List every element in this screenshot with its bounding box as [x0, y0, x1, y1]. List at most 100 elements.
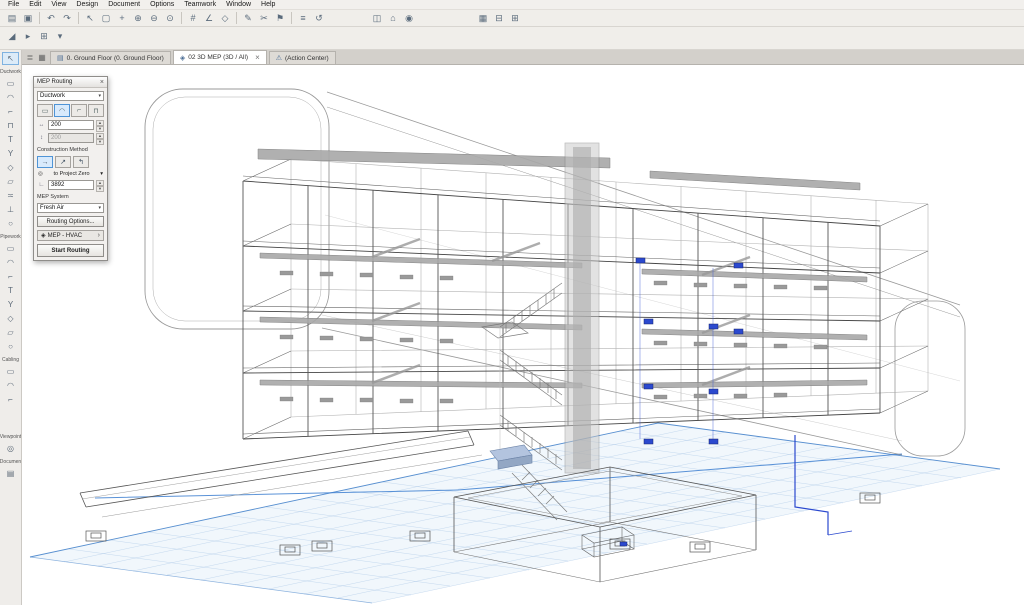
tab-overview-icon[interactable]: ≣	[24, 51, 36, 63]
pipe-tool-icon[interactable]: ○	[2, 340, 19, 353]
close-tab-icon[interactable]: ×	[255, 53, 260, 62]
width-stepper[interactable]: ▲▼	[96, 120, 104, 130]
rise-segment-button[interactable]: ◠	[54, 104, 70, 117]
straight-segment-button[interactable]: ▭	[37, 104, 53, 117]
3d-view-icon[interactable]: ◉	[401, 11, 417, 25]
3d-viewport[interactable]: MEP Routing × Ductwork ▾ ▭ ◠ ⌐ ⊓	[22, 65, 1024, 605]
pipe-tool-icon[interactable]: Y	[2, 298, 19, 311]
duct-tool-icon[interactable]: Y	[2, 147, 19, 160]
pipe-tool-icon[interactable]: ▱	[2, 326, 19, 339]
run-icon[interactable]: ▸	[20, 29, 36, 43]
fit-view-icon[interactable]: ⊙	[162, 11, 178, 25]
duct-tool-icon[interactable]: ⊥	[2, 203, 19, 216]
mini-grid-icon[interactable]: ⊞	[36, 29, 52, 43]
more-options-icon[interactable]: ▾	[52, 29, 68, 43]
trim-icon[interactable]: ✂	[256, 11, 272, 25]
toolbar-separator	[78, 12, 79, 24]
marquee-icon[interactable]: ▢	[98, 11, 114, 25]
menu-options[interactable]: Options	[145, 1, 179, 8]
horizontal-method-button[interactable]: →	[37, 156, 53, 168]
arrow-tool[interactable]: ↖	[2, 52, 19, 65]
toolbox-label-ductwork: Ductwork	[0, 69, 21, 75]
panels-icon[interactable]: ◫	[369, 11, 385, 25]
pipe-tool-icon[interactable]: ◠	[2, 256, 19, 269]
workspace-column: ≣ ▦ ▤ 0. Ground Floor (0. Ground Floor) …	[22, 50, 1024, 605]
expand-icon[interactable]: ⊞	[507, 11, 523, 25]
pen-icon[interactable]: ✎	[240, 11, 256, 25]
inclined-method-button[interactable]: ↗	[55, 156, 71, 168]
mep-routing-palette: MEP Routing × Ductwork ▾ ▭ ◠ ⌐ ⊓	[33, 76, 108, 261]
start-routing-button[interactable]: Start Routing	[37, 244, 104, 257]
schedule-icon[interactable]: ▦	[475, 11, 491, 25]
toolbox-section-pipework: Pipework ▭ ◠ ⌐ T Y ◇ ▱ ○	[0, 231, 21, 354]
layers-icon[interactable]: ≡	[295, 11, 311, 25]
menu-teamwork[interactable]: Teamwork	[179, 1, 221, 8]
duct-tool-icon[interactable]: ≍	[2, 189, 19, 202]
zoom-out-icon[interactable]: ⊖	[146, 11, 162, 25]
duct-tool-icon[interactable]: ◠	[2, 91, 19, 104]
viewpoint-tool-icon[interactable]: ◎	[2, 442, 19, 455]
collapse-icon[interactable]: ⊟	[491, 11, 507, 25]
close-icon[interactable]: ×	[100, 79, 104, 86]
duct-tool-icon[interactable]: ⊓	[2, 119, 19, 132]
bend-segment-button[interactable]: ⌐	[71, 104, 87, 117]
pipe-tool-icon[interactable]: ▭	[2, 242, 19, 255]
toolbox-label-cabling: Cabling	[2, 357, 19, 363]
construction-method-group: → ↗ ↰	[37, 156, 104, 168]
elevation-field[interactable]: 3892	[48, 180, 94, 190]
mep-system-dropdown[interactable]: Fresh Air ▾	[37, 203, 104, 213]
corner-marker-icon[interactable]: ◢	[4, 29, 20, 43]
mep-hvac-label: MEP - HVAC	[48, 233, 82, 239]
zoom-in-icon[interactable]: ⊕	[130, 11, 146, 25]
select-arrow-icon[interactable]: ↖	[82, 11, 98, 25]
geometry-method-group: ▭ ◠ ⌐ ⊓	[37, 104, 104, 117]
pipe-tool-icon[interactable]: ⌐	[2, 270, 19, 283]
flag-icon[interactable]: ⚑	[272, 11, 288, 25]
document-tool-icon[interactable]: ▤	[2, 467, 19, 480]
duct-tool-icon[interactable]: ⌐	[2, 105, 19, 118]
vertical-method-button[interactable]: ↰	[73, 156, 89, 168]
redo-icon[interactable]: ↷	[59, 11, 75, 25]
snap-points-icon[interactable]: ◇	[217, 11, 233, 25]
pipe-tool-icon[interactable]: T	[2, 284, 19, 297]
tab-ground-floor[interactable]: ▤ 0. Ground Floor (0. Ground Floor)	[50, 51, 171, 64]
palette-title-bar[interactable]: MEP Routing ×	[34, 77, 107, 88]
menu-document[interactable]: Document	[103, 1, 145, 8]
menu-window[interactable]: Window	[221, 1, 256, 8]
menu-edit[interactable]: Edit	[24, 1, 46, 8]
element-type-dropdown[interactable]: Ductwork ▾	[37, 91, 104, 101]
toolbox-section-document: Documen ▤	[0, 456, 21, 481]
home-story-icon[interactable]: ⌂	[385, 11, 401, 25]
routing-options-button[interactable]: Routing Options...	[37, 216, 104, 227]
vertical-segment-button[interactable]: ⊓	[88, 104, 104, 117]
mep-hvac-group-row[interactable]: ◈ MEP - HVAC ›	[37, 230, 104, 241]
duct-tool-icon[interactable]: ◇	[2, 161, 19, 174]
tab-action-center[interactable]: ⚠ (Action Center)	[269, 51, 336, 64]
duct-tool-icon[interactable]: ▭	[2, 77, 19, 90]
duct-tool-icon[interactable]: ○	[2, 217, 19, 230]
refresh-icon[interactable]: ↺	[311, 11, 327, 25]
duct-tool-icon[interactable]: T	[2, 133, 19, 146]
undo-icon[interactable]: ↶	[43, 11, 59, 25]
cable-tool-icon[interactable]: ⌐	[2, 393, 19, 406]
open-icon[interactable]: ▤	[4, 11, 20, 25]
move-icon[interactable]: +	[114, 11, 130, 25]
construction-method-label: Construction Method	[37, 147, 104, 153]
pipe-tool-icon[interactable]: ◇	[2, 312, 19, 325]
elevation-stepper[interactable]: ▲▼	[96, 180, 104, 190]
reference-level-dropdown[interactable]: ◎ to Project Zero ▾	[37, 171, 104, 177]
save-icon[interactable]: ▣	[20, 11, 36, 25]
cable-tool-icon[interactable]: ◠	[2, 379, 19, 392]
cable-tool-icon[interactable]: ▭	[2, 365, 19, 378]
guide-lines-icon[interactable]: ∠	[201, 11, 217, 25]
duct-width-field[interactable]: 200	[48, 120, 94, 130]
menu-design[interactable]: Design	[71, 1, 103, 8]
menu-view[interactable]: View	[46, 1, 71, 8]
navigator-icon[interactable]: ▦	[36, 51, 48, 63]
floor-plan-icon: ▤	[57, 54, 64, 62]
duct-tool-icon[interactable]: ▱	[2, 175, 19, 188]
menu-file[interactable]: File	[3, 1, 24, 8]
tab-3d-mep[interactable]: ◈ 02 3D MEP (3D / All) ×	[173, 50, 267, 64]
menu-help[interactable]: Help	[256, 1, 280, 8]
grid-icon[interactable]: #	[185, 11, 201, 25]
